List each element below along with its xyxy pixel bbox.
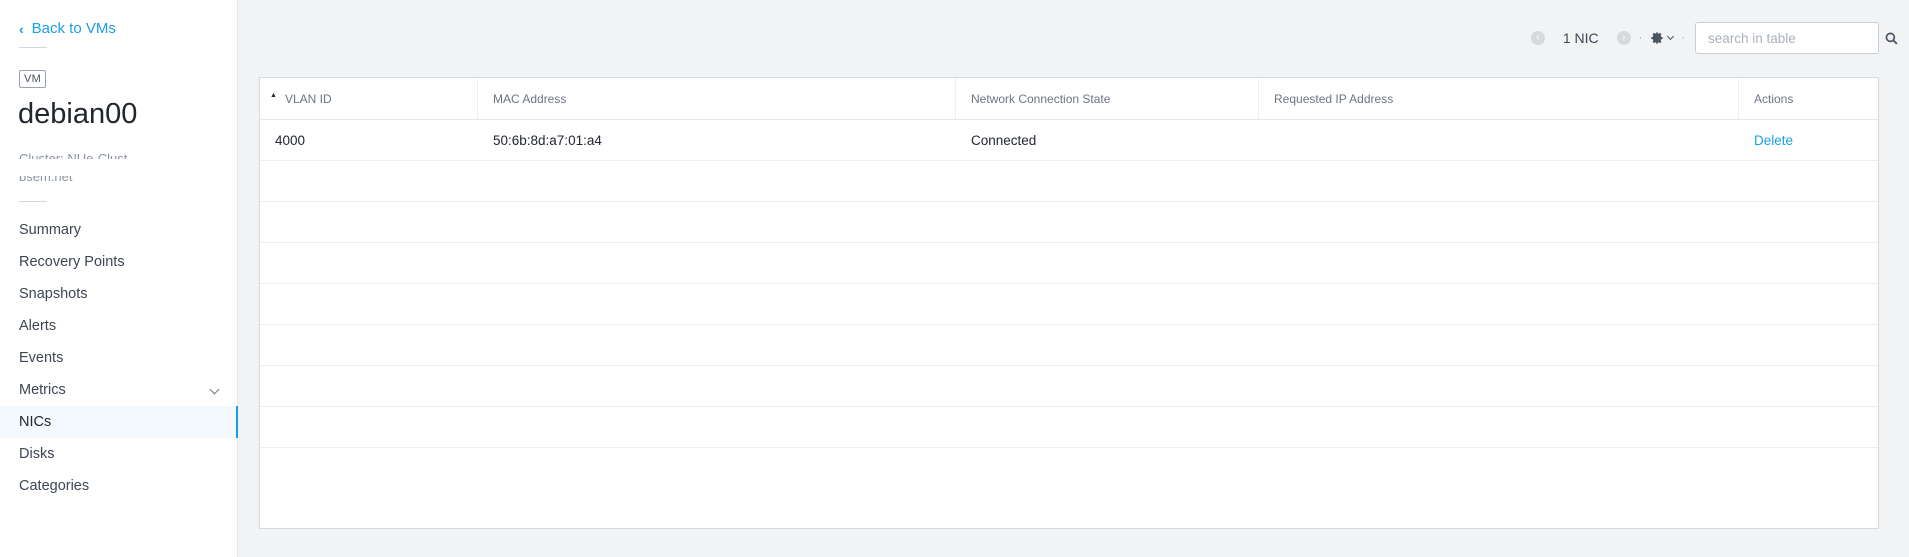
- host-info-clipped: bsem.net: [19, 176, 219, 185]
- host-info-text: bsem.net: [19, 176, 73, 184]
- empty-table-row: [260, 407, 1878, 448]
- cell-vlan-id: 4000: [275, 133, 306, 148]
- search-icon[interactable]: [1885, 32, 1898, 45]
- chevron-left-icon: ‹: [19, 20, 24, 37]
- column-header-mac-address[interactable]: MAC Address: [478, 78, 956, 119]
- sidebar: ‹ Back to VMs VM debian00 Cluster: NUe-C…: [0, 0, 238, 557]
- column-header-label: Actions: [1754, 92, 1794, 106]
- search-input[interactable]: [1696, 23, 1885, 53]
- empty-table-row: [260, 366, 1878, 407]
- sidebar-item-label: Alerts: [19, 318, 57, 334]
- cell-requested-ip: [1259, 120, 1739, 160]
- cell-connection-state: Connected: [971, 133, 1037, 148]
- cluster-info-text: Cluster: NUe-Clust: [19, 151, 128, 159]
- empty-table-row: [260, 325, 1878, 366]
- table-header: ▲ VLAN ID MAC Address Network Connection …: [260, 78, 1878, 120]
- gear-icon: [1651, 31, 1663, 45]
- empty-table-row: [260, 202, 1878, 243]
- table-search: [1695, 22, 1898, 54]
- column-header-connection-state[interactable]: Network Connection State: [956, 78, 1259, 119]
- sidebar-item-disks[interactable]: Disks: [0, 438, 238, 470]
- column-header-label: MAC Address: [493, 92, 567, 106]
- separator-dot: ·: [1681, 32, 1685, 44]
- sidebar-item-label: Events: [19, 350, 64, 366]
- column-header-label: VLAN ID: [285, 92, 332, 106]
- column-header-vlan-id[interactable]: ▲ VLAN ID: [260, 78, 478, 119]
- divider: [19, 47, 47, 48]
- table-toolbar: ‹ 1 NIC › · ·: [1530, 22, 1898, 54]
- sidebar-item-summary[interactable]: Summary: [0, 214, 238, 246]
- sort-ascending-icon: ▲: [270, 92, 277, 99]
- sidebar-item-label: Summary: [19, 222, 82, 238]
- sidebar-item-snapshots[interactable]: Snapshots: [0, 278, 238, 310]
- column-header-label: Requested IP Address: [1274, 92, 1394, 106]
- sidebar-item-recovery-points[interactable]: Recovery Points: [0, 246, 238, 278]
- empty-table-row: [260, 448, 1878, 489]
- chevron-down-icon: [209, 384, 220, 395]
- table-row[interactable]: 4000 50:6b:8d:a7:01:a4 Connected Delete: [260, 120, 1878, 161]
- chevron-down-icon: [1667, 32, 1675, 41]
- sidebar-item-label: Recovery Points: [19, 254, 125, 270]
- sidebar-item-label: NICs: [19, 414, 52, 430]
- divider: [19, 201, 47, 202]
- vm-name-title: debian00: [18, 98, 138, 130]
- chevron-left-circle-icon[interactable]: ‹: [1530, 31, 1545, 45]
- sidebar-item-label: Categories: [19, 478, 90, 494]
- sidebar-nav: Summary Recovery Points Snapshots Alerts…: [0, 214, 238, 502]
- sidebar-item-nics[interactable]: NICs: [0, 406, 238, 438]
- cell-mac-address: 50:6b:8d:a7:01:a4: [493, 133, 602, 148]
- sidebar-item-events[interactable]: Events: [0, 342, 238, 374]
- delete-nic-link[interactable]: Delete: [1754, 133, 1793, 148]
- sidebar-item-label: Disks: [19, 446, 55, 462]
- chevron-right-circle-icon[interactable]: ›: [1616, 31, 1631, 45]
- column-header-actions: Actions: [1739, 78, 1878, 119]
- column-header-label: Network Connection State: [971, 92, 1111, 106]
- separator-dot: ·: [1638, 32, 1643, 44]
- cluster-info-clipped: Cluster: NUe-Clust: [19, 151, 219, 159]
- nics-table: ▲ VLAN ID MAC Address Network Connection …: [259, 77, 1879, 529]
- sidebar-item-metrics[interactable]: Metrics: [0, 374, 238, 406]
- empty-table-row: [260, 284, 1878, 325]
- settings-dropdown[interactable]: [1650, 31, 1675, 45]
- vm-type-badge: VM: [19, 70, 47, 88]
- nic-count: 1 NIC: [1562, 30, 1599, 46]
- column-header-requested-ip[interactable]: Requested IP Address: [1259, 78, 1739, 119]
- sidebar-item-alerts[interactable]: Alerts: [0, 310, 238, 342]
- empty-table-row: [260, 161, 1878, 202]
- back-to-vms-link[interactable]: ‹ Back to VMs: [19, 20, 116, 37]
- back-link-label: Back to VMs: [31, 20, 116, 37]
- sidebar-item-label: Snapshots: [19, 286, 88, 302]
- empty-table-row: [260, 243, 1878, 284]
- sidebar-item-categories[interactable]: Categories: [0, 470, 238, 502]
- sidebar-item-label: Metrics: [19, 382, 66, 398]
